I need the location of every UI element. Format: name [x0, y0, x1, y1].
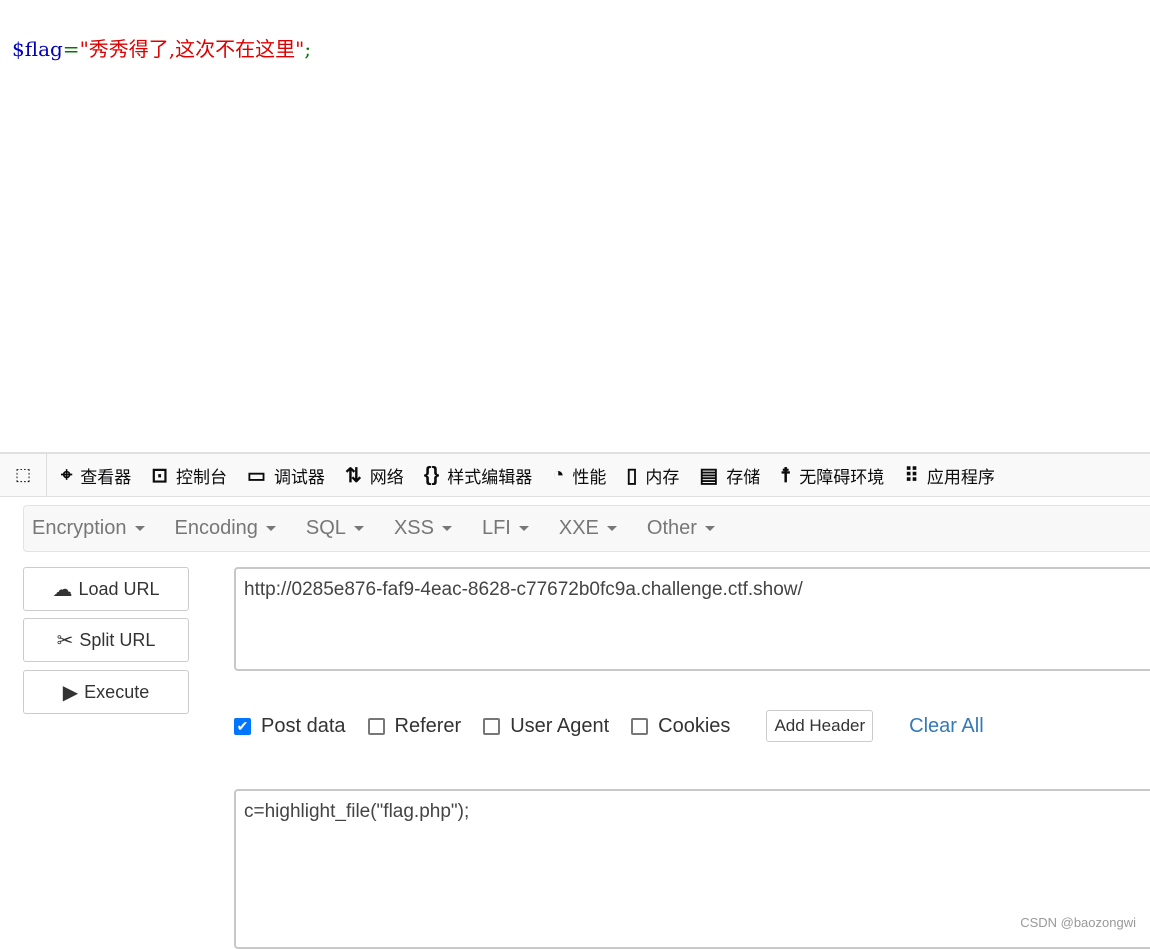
checkmark-icon: ✔	[234, 717, 251, 735]
memory-icon: ▯	[626, 464, 638, 487]
add-header-button[interactable]: Add Header	[766, 710, 874, 742]
menu-lfi[interactable]: LFI	[474, 517, 537, 540]
user-agent-checkbox[interactable]: User Agent	[483, 715, 609, 738]
network-icon: ⇅	[344, 464, 362, 487]
php-output: $flag="秀秀得了,这次不在这里";	[12, 37, 312, 61]
accessibility-icon: ☨	[780, 464, 792, 487]
menu-encryption[interactable]: Encryption	[24, 517, 153, 540]
tab-debugger[interactable]: ▭ 调试器	[247, 463, 325, 488]
clear-all-link[interactable]: Clear All	[909, 715, 983, 738]
load-url-button[interactable]: ☁ Load URL	[23, 567, 189, 611]
performance-icon: ◔	[552, 463, 565, 486]
tab-console[interactable]: ⊡ 控制台	[151, 463, 227, 488]
menu-xss[interactable]: XSS	[386, 517, 460, 540]
menu-other[interactable]: Other	[639, 517, 723, 540]
tab-style-editor[interactable]: {} 样式编辑器	[424, 463, 533, 488]
play-icon: ▶	[62, 681, 79, 704]
menu-encoding[interactable]: Encoding	[167, 517, 284, 540]
post-data-checkbox[interactable]: ✔ Post data	[234, 715, 346, 738]
inspector-icon: ⌖	[61, 463, 73, 486]
split-url-button[interactable]: ✂ Split URL	[23, 618, 189, 662]
hackbar-menu: Encryption Encoding SQL XSS LFI XXE Othe…	[23, 505, 1150, 552]
menu-xxe[interactable]: XXE	[551, 517, 625, 540]
post-data-input[interactable]: c=highlight_file("flag.php");	[234, 789, 1150, 949]
scissors-icon: ✂	[56, 629, 74, 652]
style-editor-icon: {}	[423, 463, 440, 486]
console-icon: ⊡	[151, 464, 169, 487]
referer-checkbox[interactable]: Referer	[367, 715, 461, 738]
debugger-icon: ▭	[247, 464, 266, 487]
tab-network[interactable]: ⇅ 网络	[345, 463, 404, 488]
apps-icon: ⠿	[904, 464, 919, 487]
tab-storage[interactable]: ▤ 存储	[699, 463, 760, 488]
execute-button[interactable]: ▶ Execute	[23, 670, 189, 714]
checkbox-box	[631, 717, 649, 735]
tab-memory[interactable]: ▯ 内存	[626, 463, 679, 488]
element-picker-icon[interactable]: ⬚	[0, 454, 47, 496]
options-row: ✔ Post data Referer User Agent Cookies Ad…	[234, 710, 984, 742]
cookies-checkbox[interactable]: Cookies	[631, 715, 730, 738]
cloud-download-icon: ☁	[52, 578, 73, 601]
tab-performance[interactable]: ◔ 性能	[552, 463, 606, 488]
checkbox-box	[483, 717, 501, 735]
storage-icon: ▤	[699, 464, 719, 487]
tab-accessibility[interactable]: ☨ 无障碍环境	[780, 463, 884, 488]
tab-application[interactable]: ⠿ 应用程序	[904, 463, 995, 488]
menu-sql[interactable]: SQL	[298, 517, 372, 540]
watermark: CSDN @baozongwi	[1020, 915, 1136, 930]
checkbox-box	[367, 717, 385, 735]
url-input[interactable]: http://0285e876-faf9-4eac-8628-c77672b0f…	[234, 567, 1150, 671]
tab-inspector[interactable]: ⌖ 查看器	[61, 463, 131, 488]
devtools-toolbar: ⬚ ⌖ 查看器 ⊡ 控制台 ▭ 调试器 ⇅ 网络 {} 样式编辑器 ◔ 性能 ▯ 内存 ▤ 存储…	[0, 452, 1150, 497]
